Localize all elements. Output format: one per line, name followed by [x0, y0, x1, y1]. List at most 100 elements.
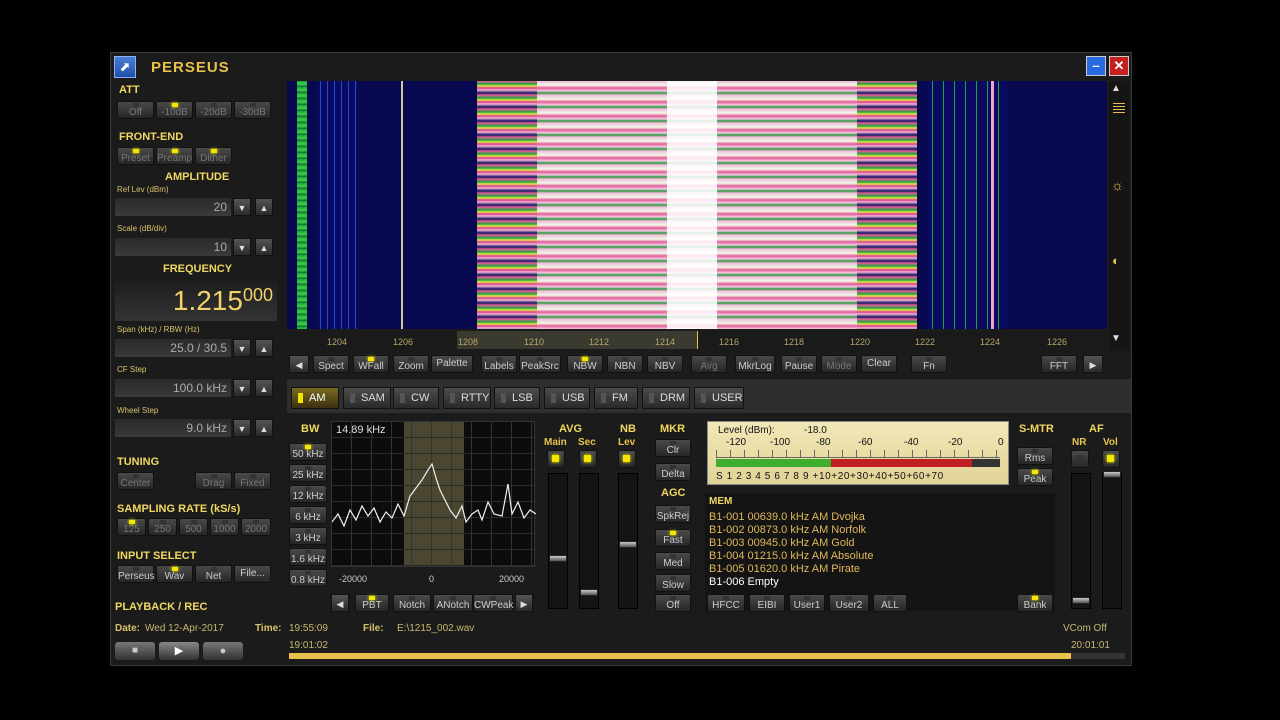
nbv-button[interactable]: NBV	[647, 355, 683, 373]
wheel-up-icon[interactable]: ▲	[255, 419, 273, 437]
span-down-icon[interactable]: ▼	[233, 339, 251, 357]
sr-2000-button[interactable]: 2000	[241, 518, 271, 536]
mem-item[interactable]: B1-001 00639.0 kHz AM Dvojka	[709, 511, 865, 523]
zoom-button[interactable]: Zoom	[393, 355, 429, 373]
pbt-button[interactable]: PBT	[355, 594, 389, 612]
cf-up-icon[interactable]: ▲	[255, 379, 273, 397]
mode-am-button[interactable]: AM	[291, 387, 339, 409]
mkrlog-button[interactable]: MkrLog	[735, 355, 775, 373]
sr-125-button[interactable]: 125	[117, 518, 146, 536]
cwpeak-button[interactable]: CWPeak	[473, 594, 513, 612]
avg-sec-toggle[interactable]	[579, 450, 597, 468]
frequency-display[interactable]: 1.215000	[115, 281, 277, 321]
input-wav-button[interactable]: Wav	[156, 565, 193, 583]
mem-hfcc-button[interactable]: HFCC	[707, 594, 745, 612]
input-net-button[interactable]: Net	[195, 565, 232, 583]
palette-button[interactable]: Palette	[431, 355, 473, 373]
att-30db-button[interactable]: -30dB	[234, 101, 271, 119]
nbw-button[interactable]: NBW	[567, 355, 603, 373]
nbn-button[interactable]: NBN	[607, 355, 643, 373]
nb-fader[interactable]	[619, 541, 637, 548]
ref-down-icon[interactable]: ▼	[233, 198, 251, 216]
notch-button[interactable]: Notch	[393, 594, 431, 612]
labels-button[interactable]: Labels	[481, 355, 517, 373]
scale-down-icon[interactable]: ▼	[233, 238, 251, 256]
tuning-fixed-button[interactable]: Fixed	[234, 472, 271, 490]
mkr-clr-button[interactable]: Clr	[655, 439, 691, 457]
af-vol-toggle[interactable]	[1102, 450, 1120, 468]
pbt-right-icon[interactable]: ▶	[515, 594, 533, 612]
sr-500-button[interactable]: 500	[179, 518, 208, 536]
ref-up-icon[interactable]: ▲	[255, 198, 273, 216]
pause-button[interactable]: Pause	[781, 355, 817, 373]
bw-0-8k-button[interactable]: 0.8 kHz	[289, 569, 327, 587]
input-file-button[interactable]: File...	[234, 565, 271, 583]
mem-user2-button[interactable]: User2	[829, 594, 869, 612]
anotch-button[interactable]: ANotch	[433, 594, 473, 612]
span-up-icon[interactable]: ▲	[255, 339, 273, 357]
smtr-rms-button[interactable]: Rms	[1017, 447, 1053, 465]
agc-slow-button[interactable]: Slow	[655, 574, 691, 592]
mode-fm-button[interactable]: FM	[594, 387, 638, 409]
mem-item-selected[interactable]: B1-006 Empty	[709, 576, 779, 588]
scale-value[interactable]: 10	[115, 238, 231, 256]
waterfall-display[interactable]	[287, 81, 1107, 329]
scale-up-icon[interactable]: ▲	[255, 238, 273, 256]
mem-user1-button[interactable]: User1	[789, 594, 825, 612]
agc-med-button[interactable]: Med	[655, 552, 691, 570]
stop-button[interactable]: ■	[115, 642, 155, 660]
avg-sec-fader[interactable]	[580, 589, 598, 596]
avg-main-toggle[interactable]	[547, 450, 565, 468]
bw-1-6k-button[interactable]: 1.6 kHz	[289, 548, 327, 566]
mode-rtty-button[interactable]: RTTY	[443, 387, 491, 409]
ref-level-value[interactable]: 20	[115, 198, 231, 216]
mode-user-button[interactable]: USER	[694, 387, 744, 409]
contrast-icon[interactable]: ◐	[1112, 253, 1120, 268]
agc-spkrej-button[interactable]: SpkRej	[655, 505, 691, 523]
minimize-button[interactable]: –	[1086, 56, 1106, 76]
palette-level-icon[interactable]	[1113, 103, 1125, 113]
att-10db-button[interactable]: -10dB	[156, 101, 193, 119]
span-right-icon[interactable]: ▶	[1083, 355, 1103, 373]
tuning-center-button[interactable]: Center	[117, 472, 154, 490]
scroll-up-icon[interactable]: ▲	[1111, 83, 1121, 94]
smtr-peak-button[interactable]: Peak	[1017, 468, 1053, 486]
agc-fast-button[interactable]: Fast	[655, 529, 691, 547]
nb-toggle[interactable]	[618, 450, 636, 468]
cf-down-icon[interactable]: ▼	[233, 379, 251, 397]
mode-usb-button[interactable]: USB	[544, 387, 590, 409]
mem-eibi-button[interactable]: EIBI	[749, 594, 785, 612]
brightness-icon[interactable]: ☼	[1111, 177, 1124, 193]
wfall-button[interactable]: WFall	[353, 355, 389, 373]
mode-cw-button[interactable]: CW	[393, 387, 439, 409]
mkr-delta-button[interactable]: Delta	[655, 463, 691, 481]
close-button[interactable]: ✕	[1109, 56, 1129, 76]
mem-bank-button[interactable]: Bank	[1017, 594, 1053, 612]
af-nr-toggle[interactable]	[1071, 450, 1089, 468]
scroll-down-icon[interactable]: ▼	[1111, 333, 1121, 344]
fn-button[interactable]: Fn	[911, 355, 947, 373]
mode-lsb-button[interactable]: LSB	[494, 387, 540, 409]
mode-button[interactable]: Mode	[821, 355, 857, 373]
playback-progress-track[interactable]	[289, 653, 1125, 659]
cf-step-value[interactable]: 100.0 kHz	[115, 379, 231, 397]
mem-all-button[interactable]: ALL	[873, 594, 907, 612]
play-button[interactable]: ▶	[159, 642, 199, 660]
avg-main-fader[interactable]	[549, 555, 567, 562]
wheel-step-value[interactable]: 9.0 kHz	[115, 419, 231, 437]
mem-item[interactable]: B1-004 01215.0 kHz AM Absolute	[709, 550, 874, 562]
avg-button[interactable]: Avg	[691, 355, 727, 373]
bw-12k-button[interactable]: 12 kHz	[289, 485, 327, 503]
af-nr-fader[interactable]	[1072, 597, 1090, 604]
bw-25k-button[interactable]: 25 kHz	[289, 464, 327, 482]
record-button[interactable]: ●	[203, 642, 243, 660]
bw-50k-button[interactable]: 50 kHz	[289, 443, 327, 461]
af-vol-fader[interactable]	[1103, 471, 1121, 478]
tuning-drag-button[interactable]: Drag	[195, 472, 232, 490]
mem-item[interactable]: B1-002 00873.0 kHz AM Norfolk	[709, 524, 866, 536]
pbt-left-icon[interactable]: ◀	[331, 594, 349, 612]
mem-item[interactable]: B1-005 01620.0 kHz AM Pirate	[709, 563, 860, 575]
sr-1000-button[interactable]: 1000	[210, 518, 239, 536]
span-value[interactable]: 25.0 / 30.5	[115, 339, 231, 357]
preamp-button[interactable]: Preamp	[156, 147, 193, 165]
